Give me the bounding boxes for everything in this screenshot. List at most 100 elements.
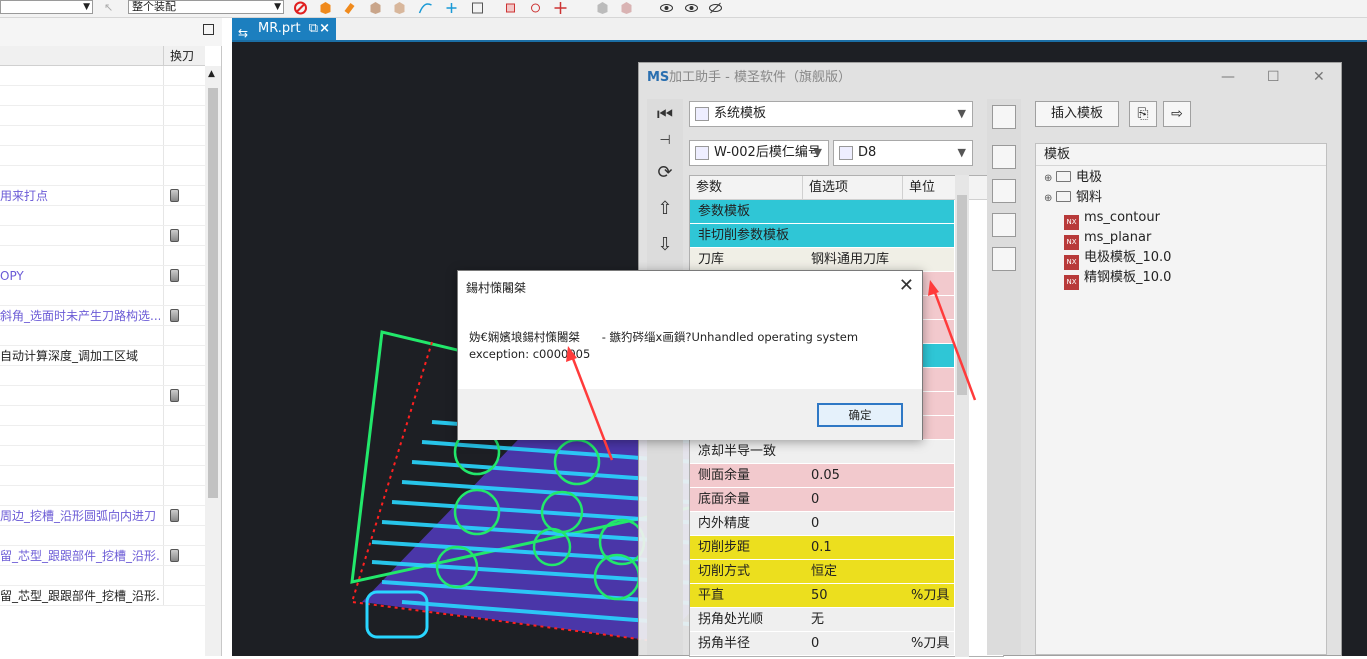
navigator-row[interactable] <box>0 126 205 146</box>
navigator-row[interactable] <box>0 66 205 86</box>
move-icon[interactable] <box>553 1 568 15</box>
tree-node[interactable]: NX ms_planar <box>1052 228 1151 250</box>
point-icon[interactable] <box>444 1 459 15</box>
navigator-row[interactable] <box>0 566 205 586</box>
navigator-row[interactable]: OPY <box>0 266 205 286</box>
navigator-row[interactable] <box>0 106 205 126</box>
scrollbar-thumb[interactable] <box>208 88 218 498</box>
pin-icon[interactable]: ⊣ <box>653 129 677 153</box>
navigator-row[interactable] <box>0 526 205 546</box>
parameter-row[interactable]: 内外精度 0 <box>690 512 954 536</box>
parameter-row[interactable]: 侧面余量 0.05 <box>690 464 954 488</box>
tab-pin-icon[interactable]: ⧉ <box>309 21 318 36</box>
navigator-row[interactable] <box>0 386 205 406</box>
tree-node[interactable]: NX 电极模板_10.0 <box>1052 248 1171 270</box>
eraser-icon[interactable] <box>342 1 357 15</box>
navigator-row[interactable] <box>0 246 205 266</box>
tree-node[interactable]: NX 精钢模板_10.0 <box>1052 268 1171 290</box>
parameter-row[interactable]: 参数模板 <box>690 200 954 224</box>
scrollbar-thumb[interactable] <box>957 195 967 395</box>
datum-icon[interactable] <box>528 1 543 15</box>
parameter-scrollbar[interactable] <box>955 175 969 657</box>
navigator-row[interactable]: 用来打点 <box>0 186 205 206</box>
part-combo[interactable]: W-002后模仁编号 ▼ <box>689 140 829 166</box>
operation-icon[interactable] <box>992 145 1016 169</box>
navigator-row[interactable] <box>0 286 205 306</box>
drill-icon[interactable] <box>992 247 1016 271</box>
hide-icon[interactable] <box>708 1 723 15</box>
parameter-row[interactable]: 非切削参数模板 <box>690 224 954 248</box>
parameter-row[interactable]: 底面余量 0 <box>690 488 954 512</box>
navigator-row[interactable] <box>0 366 205 386</box>
navigator-scrollbar[interactable]: ▲ <box>205 66 221 656</box>
tab-mr-prt[interactable]: ⇆ MR.prt ⧉ × <box>232 18 336 40</box>
scroll-up-icon[interactable]: ▲ <box>208 69 215 79</box>
navigator-row[interactable] <box>0 466 205 486</box>
paste-icon[interactable]: ⎘ <box>1129 101 1157 127</box>
tree-node[interactable]: NX ms_contour <box>1052 208 1160 230</box>
move-up-icon[interactable]: ⇧ <box>653 197 677 221</box>
parameter-row[interactable]: 切削步距 0.1 <box>690 536 954 560</box>
navigator-row[interactable] <box>0 406 205 426</box>
block-icon[interactable] <box>318 1 333 15</box>
expand-icon[interactable]: ⊕ <box>1044 169 1056 189</box>
show-icon[interactable] <box>659 1 674 15</box>
tree-node[interactable]: ⊕ 电极 <box>1044 168 1102 188</box>
show-all-icon[interactable] <box>684 1 699 15</box>
navigator-row[interactable] <box>0 206 205 226</box>
navigator-row[interactable] <box>0 426 205 446</box>
parameter-row[interactable]: 拐角处光顺 无 <box>690 608 954 632</box>
tab-close-icon[interactable]: × <box>319 18 330 40</box>
no-entry-icon[interactable] <box>293 1 308 15</box>
parameter-row[interactable]: 平直 50 %刀具 <box>690 584 954 608</box>
minimize-icon[interactable]: — <box>1221 69 1235 85</box>
csys-icon[interactable] <box>470 1 485 15</box>
column-tool-change[interactable]: 换刀 <box>163 46 205 66</box>
close-icon[interactable]: ✕ <box>1313 69 1325 85</box>
insert-template-button[interactable]: 插入模板 <box>1035 101 1119 127</box>
parameter-row[interactable]: 凉却半导一致 <box>690 440 954 464</box>
first-icon[interactable]: ⏮ <box>653 103 677 127</box>
solid-cube-alt-icon[interactable] <box>392 1 407 15</box>
ok-button[interactable]: 确定 <box>817 403 903 427</box>
step-icon[interactable] <box>992 213 1016 237</box>
column-value[interactable]: 值选项 <box>803 176 903 200</box>
navigator-row[interactable] <box>0 326 205 346</box>
parameter-row[interactable]: 刀库 钢料通用刀库 <box>690 248 954 272</box>
move-down-icon[interactable]: ⇩ <box>653 233 677 257</box>
navigator-row[interactable]: 留_芯型_跟跟部件_挖槽_沿形... <box>0 586 205 606</box>
refresh-icon[interactable]: ⟳ <box>653 161 677 185</box>
restore-icon[interactable] <box>203 24 214 35</box>
navigator-row[interactable] <box>0 166 205 186</box>
navigator-row[interactable] <box>0 146 205 166</box>
parameter-row[interactable]: 拐角半径 0 %刀具 <box>690 632 954 656</box>
parameter-row[interactable]: 切削方式 恒定 <box>690 560 954 584</box>
filter-combo[interactable]: ▼ <box>0 0 93 14</box>
select-arrow-icon[interactable]: ↖ <box>104 1 119 15</box>
navigator-row[interactable] <box>0 446 205 466</box>
tree-node[interactable]: ⊕ 钢料 <box>1044 188 1102 208</box>
dialog-close-icon[interactable]: ✕ <box>899 275 914 296</box>
navigator-row[interactable] <box>0 226 205 246</box>
scope-combo[interactable]: 整个装配 ▼ <box>128 0 284 14</box>
sketch-icon[interactable] <box>503 1 518 15</box>
folder-icon <box>1056 191 1071 202</box>
navigator-row[interactable]: 自动计算深度_调加工区域 <box>0 346 205 366</box>
solid-cube-icon[interactable] <box>368 1 383 15</box>
navigator-row[interactable]: 斜角_选面时未产生刀路构选... <box>0 306 205 326</box>
navigator-row[interactable]: 留_芯型_跟跟部件_挖槽_沿形... <box>0 546 205 566</box>
navigator-row[interactable]: 周边_挖槽_沿形圆弧向内进刀 <box>0 506 205 526</box>
settings-icon[interactable] <box>992 105 1016 129</box>
maximize-icon[interactable]: ☐ <box>1267 69 1280 85</box>
tool-combo[interactable]: D8 ▼ <box>833 140 973 166</box>
text-tool-icon[interactable] <box>992 179 1016 203</box>
curve-icon[interactable] <box>418 1 433 15</box>
shaded-icon[interactable] <box>595 1 610 15</box>
navigator-row[interactable] <box>0 486 205 506</box>
export-icon[interactable]: ⇨ <box>1163 101 1191 127</box>
navigator-row[interactable] <box>0 86 205 106</box>
expand-icon[interactable]: ⊕ <box>1044 189 1056 209</box>
column-param[interactable]: 参数 <box>690 176 803 200</box>
template-combo[interactable]: 系统模板 ▼ <box>689 101 973 127</box>
wireframe-icon[interactable] <box>619 1 634 15</box>
